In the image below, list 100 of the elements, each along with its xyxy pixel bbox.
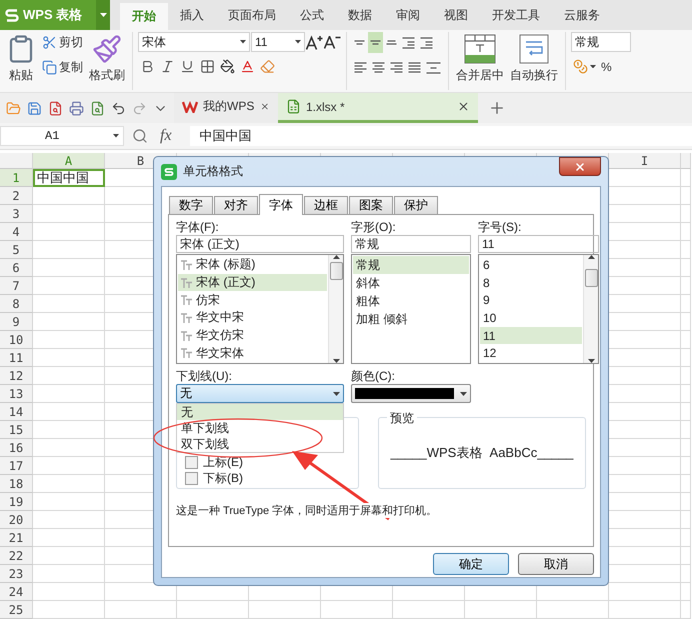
column-header[interactable]: I [609,153,681,169]
row-header[interactable]: 16 [0,439,33,457]
function-label[interactable]: fx [160,127,172,145]
cancel-button[interactable]: 取消 [518,553,594,575]
row-header[interactable]: 3 [0,205,33,223]
row-header[interactable]: 12 [0,367,33,385]
dropdown-option[interactable]: 无 [177,404,343,420]
color-dropdown[interactable] [351,384,471,403]
row-header[interactable]: 5 [0,241,33,259]
ribbon-tab[interactable]: 视图 [432,0,480,30]
sheet-cell[interactable] [33,475,105,493]
select-all-corner[interactable] [0,153,33,169]
copy-button[interactable]: 复制 [40,57,85,78]
text-field[interactable]: 11 [478,235,599,253]
list-option[interactable]: 9 [480,291,582,310]
text-field[interactable]: 宋体 (正文) [176,235,344,253]
sheet-cell[interactable] [681,277,691,295]
list-option[interactable]: 粗体 [353,292,469,310]
row-header[interactable]: 8 [0,295,33,313]
sheet-cell[interactable] [33,493,105,511]
sheet-cell[interactable] [33,205,105,223]
list-option[interactable]: 8 [480,274,582,292]
sheet-cell[interactable] [681,439,691,457]
row-header[interactable]: 10 [0,331,33,349]
row-header[interactable]: 13 [0,385,33,403]
ribbon-tab[interactable]: 页面布局 [216,0,288,30]
sheet-cell[interactable] [681,223,691,241]
sheet-cell[interactable] [33,349,105,367]
sheet-cell[interactable] [681,403,691,421]
percent-button[interactable]: % [599,56,614,77]
close-button[interactable] [559,157,601,176]
row-header[interactable]: 11 [0,349,33,367]
sheet-cell[interactable] [393,601,465,619]
row-header[interactable]: 25 [0,601,33,619]
sheet-cell[interactable] [681,457,691,475]
sheet-cell[interactable] [681,511,691,529]
sheet-cell[interactable] [33,313,105,331]
list-option[interactable]: 加粗 倾斜 [353,310,469,328]
scrollbar-thumb[interactable] [330,262,342,280]
merge-center-button[interactable]: 合并居中 [454,32,506,86]
paste-button[interactable]: 粘贴 [4,32,38,86]
sheet-cell[interactable] [249,601,321,619]
sheet-cell[interactable] [33,439,105,457]
list-option[interactable]: 10 [480,309,582,327]
wrap-text-button[interactable]: 自动换行 [508,32,560,86]
ribbon-tab[interactable]: 开始 [120,3,168,30]
list-option[interactable]: 12 [480,344,582,362]
checkbox[interactable] [185,456,198,469]
sheet-cell[interactable] [681,493,691,511]
sheet-cell[interactable] [681,421,691,439]
font-size-select[interactable]: 11 [251,32,305,52]
list-box[interactable]: 6 8 9 10 11 12 [478,254,599,364]
format-painter-button[interactable]: 格式刷 [87,32,127,86]
row-header[interactable]: 2 [0,187,33,205]
sheet-cell[interactable]: 中国中国 [33,169,105,187]
sheet-cell[interactable] [681,349,691,367]
row-header[interactable]: 17 [0,457,33,475]
row-header[interactable]: 20 [0,511,33,529]
ribbon-tab[interactable]: 开发工具 [480,0,552,30]
checkbox[interactable] [185,472,198,485]
list-option[interactable]: 华文仿宋 [178,326,327,344]
sheet-cell[interactable] [681,169,691,187]
text-field[interactable]: 常规 [351,235,471,253]
row-header[interactable]: 22 [0,547,33,565]
list-option[interactable]: 华文中宋 [178,309,327,327]
list-option[interactable]: 斜体 [353,274,469,292]
scrollbar-thumb[interactable] [584,269,598,287]
row-header[interactable]: 6 [0,259,33,277]
dialog-tab[interactable]: 边框 [304,196,348,214]
sheet-cell[interactable] [681,583,691,601]
sheet-cell[interactable] [177,601,249,619]
sheet-cell[interactable] [681,295,691,313]
row-header[interactable]: 24 [0,583,33,601]
row-header[interactable]: 14 [0,403,33,421]
sheet-cell[interactable] [609,583,681,601]
cut-button[interactable]: 剪切 [40,32,85,53]
ribbon-tab[interactable]: 数据 [336,0,384,30]
sheet-cell[interactable] [681,475,691,493]
column-header[interactable] [681,153,691,169]
vertical-align-button[interactable] [368,32,383,53]
menu-caret-button[interactable] [96,0,110,30]
document-tab[interactable]: 1.xlsx * [278,93,478,123]
row-header[interactable]: 18 [0,475,33,493]
sheet-cell[interactable] [681,313,691,331]
dialog-tab[interactable]: 字体 [259,194,303,215]
sheet-cell[interactable] [537,601,609,619]
sheet-cell[interactable] [681,241,691,259]
sheet-cell[interactable] [33,259,105,277]
scrollbar[interactable] [583,255,598,363]
name-box[interactable]: A1 [0,126,124,146]
row-header[interactable]: 15 [0,421,33,439]
sheet-cell[interactable] [681,601,691,619]
sheet-cell[interactable] [33,529,105,547]
sheet-cell[interactable] [33,367,105,385]
list-option[interactable]: 宋体 (标题) [178,256,327,274]
column-header[interactable]: A [33,153,105,169]
row-header[interactable]: 7 [0,277,33,295]
font-name-select[interactable]: 宋体 [138,32,250,52]
row-header[interactable]: 4 [0,223,33,241]
underline-dropdown[interactable]: 无 [176,384,344,403]
